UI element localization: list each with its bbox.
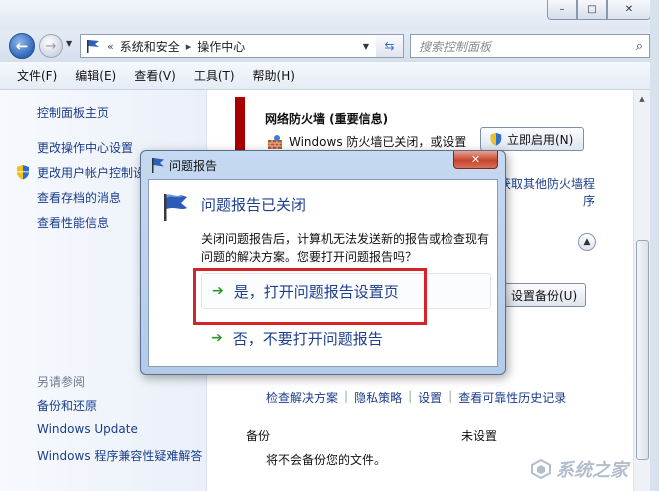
navigation-bar: ← → ▼ « 系统和安全 ▸ 操作中心 ▼ ⇆ 搜索控制面板 ⌕ — [0, 30, 659, 62]
sidebar-change-action-center-settings[interactable]: 更改操作中心设置 — [37, 139, 133, 156]
uac-shield-icon — [490, 132, 502, 146]
backup-status: 未设置 — [461, 429, 498, 443]
turn-on-now-button[interactable]: 立即启用(N) — [480, 127, 585, 151]
window-border — [650, 0, 659, 491]
turn-on-now-label: 立即启用(N) — [507, 132, 574, 147]
action-center-flag-icon — [87, 40, 99, 53]
sidebar-view-archived-messages[interactable]: 查看存档的消息 — [37, 189, 121, 206]
problem-report-flag-icon — [164, 194, 187, 221]
back-button[interactable]: ← — [9, 33, 35, 59]
watermark: 系统之家 — [530, 456, 628, 482]
privacy-policy-link[interactable]: 隐私策略 — [354, 389, 402, 406]
close-button[interactable]: ✕ — [607, 0, 651, 20]
dialog-heading: 问题报告已关闭 — [201, 196, 307, 214]
address-dropdown-icon[interactable]: ▼ — [363, 42, 369, 51]
dialog-title: 问题报告 — [169, 159, 218, 173]
address-overflow[interactable]: « — [107, 40, 114, 53]
reliability-history-link[interactable]: 查看可靠性历史记录 — [458, 389, 566, 406]
sidebar-view-performance-info[interactable]: 查看性能信息 — [37, 214, 109, 231]
forward-button[interactable]: → — [39, 34, 63, 58]
refresh-button[interactable]: ⇆ — [376, 34, 404, 58]
menu-help[interactable]: 帮助(H) — [244, 67, 304, 84]
menu-bar: 文件(F) 编辑(E) 查看(V) 工具(T) 帮助(H) — [0, 62, 659, 90]
setup-backup-label: 设置备份(U) — [511, 288, 578, 303]
breadcrumb-system-security[interactable]: 系统和安全 — [120, 38, 180, 55]
do-not-open-problem-report-option[interactable]: ➔ 否，不要打开问题报告 — [201, 320, 491, 356]
window-controls: – □ ✕ — [547, 0, 651, 20]
backup-description: 将不会备份您的文件。 — [266, 453, 387, 467]
see-also-heading: 另请参阅 — [37, 375, 86, 389]
sidebar-backup-restore[interactable]: 备份和还原 — [37, 397, 97, 414]
highlight-annotation-box — [193, 268, 427, 325]
link-divider: | — [344, 389, 349, 403]
menu-edit[interactable]: 编辑(E) — [66, 67, 125, 84]
option-no-label: 否，不要打开问题报告 — [232, 329, 383, 348]
watermark-text: 系统之家 — [556, 460, 628, 481]
backup-label: 备份 — [246, 429, 271, 443]
menu-file[interactable]: 文件(F) — [8, 67, 66, 84]
breadcrumb-separator-icon[interactable]: ▸ — [186, 40, 192, 53]
watermark-logo-icon — [531, 458, 551, 480]
search-icon[interactable]: ⌕ — [636, 39, 643, 54]
uac-shield-icon — [17, 165, 29, 180]
sidebar-windows-update[interactable]: Windows Update — [37, 422, 138, 436]
sidebar-change-uac-settings[interactable]: 更改用户帐户控制设置 — [37, 164, 157, 181]
link-divider: | — [408, 389, 413, 403]
scroll-up-icon[interactable]: ▲ — [634, 90, 650, 107]
recent-pages-dropdown-icon[interactable]: ▼ — [66, 39, 72, 48]
scroll-thumb[interactable] — [636, 240, 649, 460]
dialog-message: 关闭问题报告后，计算机无法发送新的报告或检查现有问题的解决方案。您要打开问题报告… — [201, 232, 490, 264]
sidebar-compatibility-troubleshooter[interactable]: Windows 程序兼容性疑难解答 — [37, 447, 202, 464]
firewall-status-line: Windows 防火墙已关闭，或设置 — [267, 133, 466, 150]
action-center-flag-icon — [152, 158, 164, 173]
settings-link[interactable]: 设置 — [418, 389, 442, 406]
search-placeholder: 搜索控制面板 — [419, 39, 492, 54]
search-input[interactable]: 搜索控制面板 ⌕ — [410, 34, 650, 58]
collapse-section-icon[interactable]: ▲ — [578, 233, 596, 251]
maintenance-links: 检查解决方案 | 隐私策略 | 设置 | 查看可靠性历史记录 — [266, 389, 566, 406]
problem-report-dialog: 问题报告 ✕ 问题报告已关闭 关闭问题报告后，计算机无法发送新的报告或检查现有问… — [140, 150, 506, 375]
check-solutions-link[interactable]: 检查解决方案 — [266, 389, 338, 406]
firewall-section-title: 网络防火墙 (重要信息) — [265, 112, 389, 126]
address-bar[interactable]: « 系统和安全 ▸ 操作中心 ▼ — [80, 34, 404, 58]
minimize-button[interactable]: – — [547, 0, 577, 20]
link-divider: | — [448, 389, 453, 403]
breadcrumb-action-center[interactable]: 操作中心 — [197, 38, 245, 55]
firewall-icon — [268, 134, 282, 149]
maximize-button[interactable]: □ — [577, 0, 607, 20]
menu-tools[interactable]: 工具(T) — [185, 67, 244, 84]
arrow-right-icon: ➔ — [211, 330, 223, 346]
title-bar: – □ ✕ — [0, 0, 659, 30]
sidebar-control-panel-home[interactable]: 控制面板主页 — [37, 104, 109, 121]
firewall-status-text: Windows 防火墙已关闭，或设置 — [289, 135, 467, 149]
setup-backup-button[interactable]: 设置备份(U) — [496, 283, 587, 307]
dialog-close-button[interactable]: ✕ — [453, 151, 498, 169]
menu-view[interactable]: 查看(V) — [125, 67, 185, 84]
vertical-scrollbar[interactable]: ▲ — [633, 90, 650, 491]
